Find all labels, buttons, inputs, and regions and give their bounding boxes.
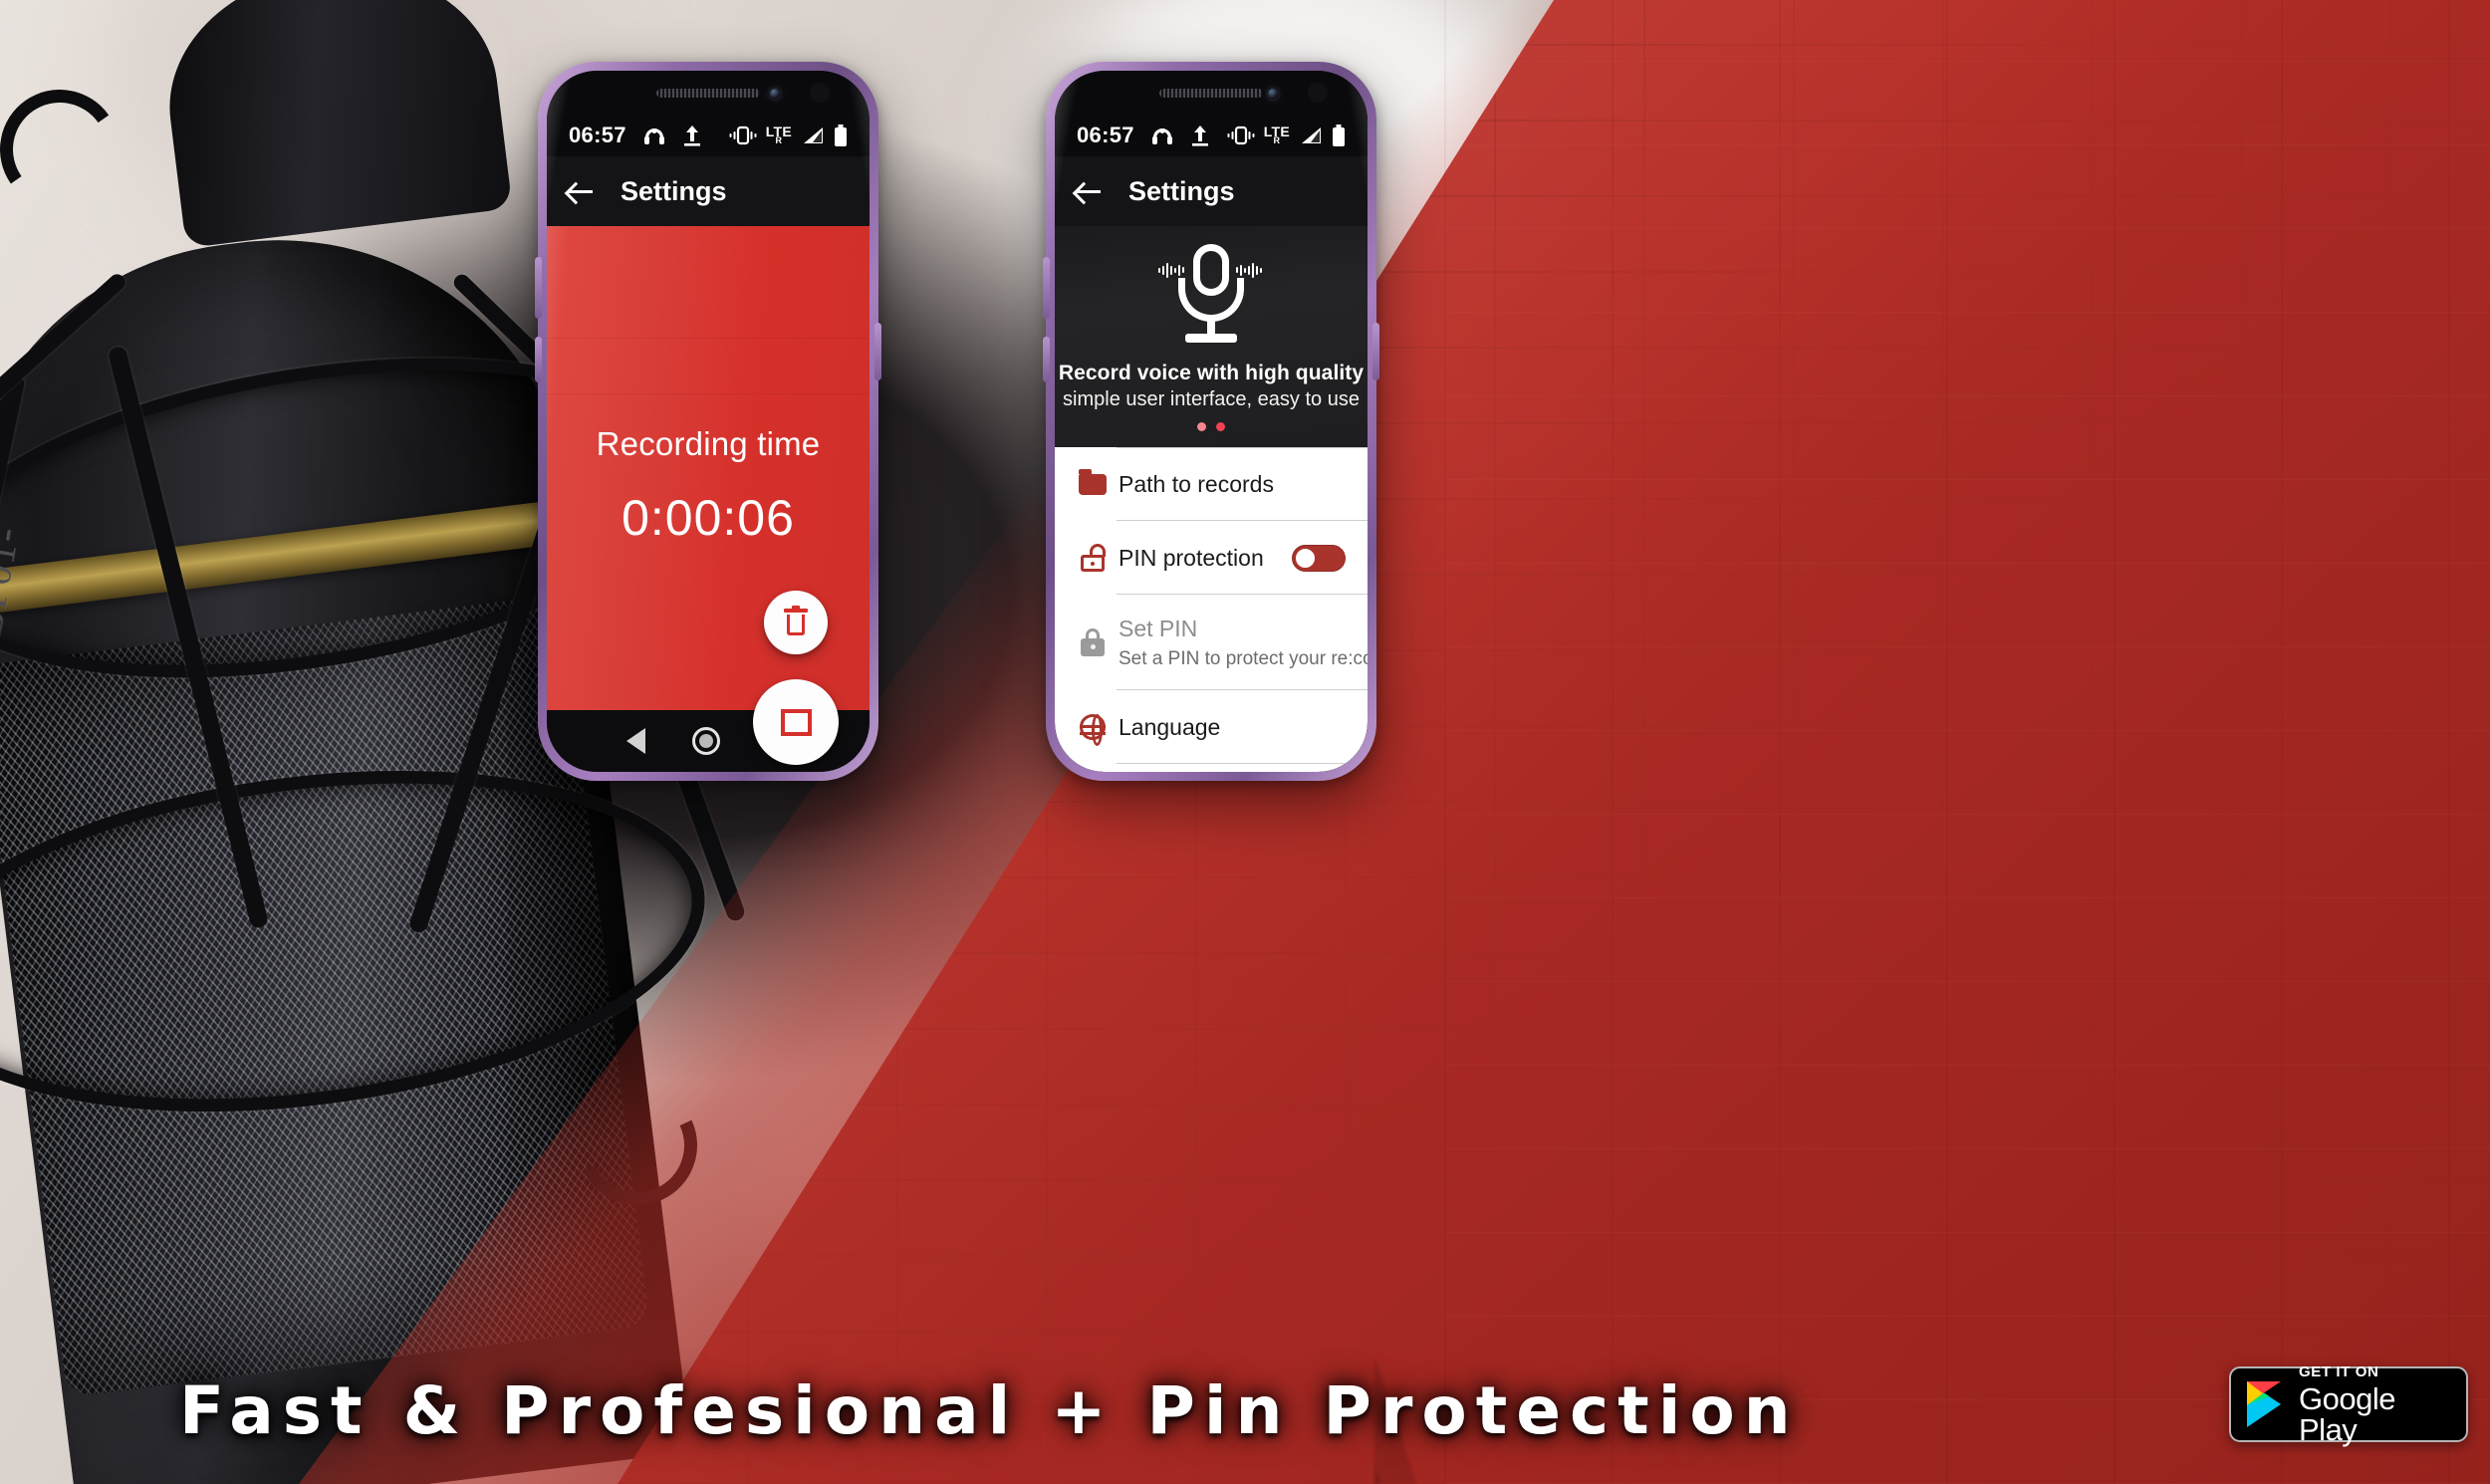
back-arrow-icon[interactable] bbox=[1073, 176, 1103, 206]
google-play-triangle-icon bbox=[2247, 1381, 2287, 1427]
row-divider bbox=[1117, 447, 1368, 448]
phone-top-sensors bbox=[547, 71, 870, 115]
phone-power-button[interactable] bbox=[1372, 323, 1379, 380]
google-play-badge[interactable]: GET IT ON Google Play bbox=[2229, 1364, 2468, 1445]
page-dot[interactable] bbox=[1197, 422, 1206, 431]
iris-scanner-icon bbox=[810, 83, 830, 103]
phone-power-button[interactable] bbox=[874, 323, 881, 380]
status-bar-left: 06:57 bbox=[1077, 123, 1210, 148]
lte-icon: LTE R bbox=[765, 123, 792, 145]
microphone-icon bbox=[1156, 242, 1266, 350]
front-camera-icon bbox=[1262, 83, 1284, 105]
vibrate-icon bbox=[729, 125, 757, 145]
status-bar-clock: 06:57 bbox=[569, 123, 626, 147]
recording-time-label: Recording time bbox=[596, 425, 821, 462]
status-bar-right: LTE R bbox=[1227, 124, 1346, 147]
vibrate-icon bbox=[1227, 125, 1255, 145]
stop-square-icon bbox=[780, 708, 812, 736]
mic-top-cap bbox=[154, 0, 513, 249]
shock-mount-hook bbox=[0, 80, 129, 219]
promo-graphic: BP01- 06:57 LTE R Settings Recording tim… bbox=[0, 0, 2490, 1484]
lock-closed-icon bbox=[1073, 628, 1113, 656]
row-text: Path to records bbox=[1113, 471, 1346, 498]
settings-row-path-to-records[interactable]: Path to records bbox=[1055, 447, 1368, 521]
phone2-app-bar: Settings bbox=[1055, 156, 1368, 226]
row-subtitle: Set a PIN to protect your re:cor rds bbox=[1119, 647, 1368, 669]
lte-icon: LTE R bbox=[1263, 123, 1290, 145]
battery-icon bbox=[834, 124, 848, 146]
row-title: Path to records bbox=[1119, 470, 1274, 497]
status-bar-clock: 06:57 bbox=[1077, 123, 1134, 147]
signal-icon bbox=[801, 125, 825, 145]
folder-icon bbox=[1073, 468, 1113, 495]
hero-title: Record voice with high quality bbox=[1058, 362, 1365, 384]
sound-wave-right-icon bbox=[1236, 261, 1264, 279]
phone1-app-bar: Settings bbox=[547, 156, 870, 226]
status-bar-right: LTE R bbox=[729, 124, 848, 147]
settings-row-set-pin: Set PIN Set a PIN to protect your re:cor… bbox=[1055, 595, 1368, 690]
promo-headline: Fast & Profesional + Pin Protection bbox=[179, 1372, 1800, 1449]
headset-icon bbox=[642, 125, 666, 145]
iris-scanner-icon bbox=[1308, 83, 1328, 103]
phone-screen-frame: 06:57 LTE R bbox=[547, 71, 870, 772]
row-title: Set PIN bbox=[1119, 615, 1198, 641]
phone1-status-bar: 06:57 LTE R bbox=[547, 115, 870, 156]
phone2-screen: 06:57 LTE R Settings Record voice with h… bbox=[1055, 71, 1368, 772]
phone-mockup-recording: 06:57 LTE R Settings Recording time 0:00… bbox=[535, 62, 881, 781]
badge-big-label: Google Play bbox=[2299, 1380, 2395, 1447]
nav-home-icon[interactable] bbox=[692, 727, 721, 755]
headset-icon bbox=[1150, 125, 1174, 145]
recording-divider-line bbox=[547, 393, 870, 394]
battery-icon bbox=[1332, 124, 1346, 146]
page-title: Settings bbox=[1128, 175, 1235, 206]
phone-bixby-button[interactable] bbox=[535, 337, 542, 382]
nav-back-icon[interactable] bbox=[625, 728, 645, 754]
row-title: Language bbox=[1119, 713, 1221, 740]
recording-info: Recording time 0:00:06 bbox=[547, 425, 870, 547]
recording-screen-body: Recording time 0:00:06 bbox=[547, 226, 870, 765]
front-camera-icon bbox=[764, 83, 786, 105]
phone-volume-button[interactable] bbox=[1043, 257, 1050, 319]
promo-banner: Fast & Profesional + Pin Protection GET … bbox=[0, 1315, 2490, 1484]
earpiece-speaker bbox=[656, 89, 760, 98]
trash-icon bbox=[784, 606, 808, 636]
row-text: Set PIN Set a PIN to protect your re:cor… bbox=[1113, 616, 1368, 670]
phone-top-sensors bbox=[1055, 71, 1368, 115]
hero-page-indicator bbox=[1197, 422, 1225, 431]
settings-list: Path to records PIN protection Set PIN S… bbox=[1055, 447, 1368, 772]
row-text: PIN protection bbox=[1113, 545, 1292, 572]
upload-icon bbox=[1190, 124, 1210, 146]
app-hero-banner: Record voice with high quality simple us… bbox=[1055, 226, 1368, 447]
page-dot-active[interactable] bbox=[1216, 422, 1225, 431]
badge-small-label: GET IT ON bbox=[2299, 1362, 2379, 1380]
google-play-labels: GET IT ON Google Play bbox=[2299, 1364, 2450, 1445]
pin-protection-toggle[interactable] bbox=[1292, 544, 1346, 572]
recording-divider-line bbox=[547, 338, 870, 339]
back-arrow-icon[interactable] bbox=[565, 176, 595, 206]
delete-recording-button[interactable] bbox=[764, 591, 828, 654]
settings-row-additional-settings[interactable]: Additional settings bbox=[1055, 764, 1368, 772]
lock-open-icon bbox=[1073, 544, 1113, 572]
hero-subtitle: simple user interface, easy to use bbox=[1063, 388, 1360, 410]
page-title: Settings bbox=[621, 175, 727, 206]
phone-mockup-settings: 06:57 LTE R Settings Record voice with h… bbox=[1043, 62, 1379, 781]
phone1-screen: 06:57 LTE R Settings Recording time 0:00… bbox=[547, 71, 870, 772]
settings-row-pin-protection[interactable]: PIN protection bbox=[1055, 521, 1368, 595]
phone-volume-button[interactable] bbox=[535, 257, 542, 319]
earpiece-speaker bbox=[1159, 89, 1263, 98]
globe-icon bbox=[1073, 714, 1113, 746]
status-bar-left: 06:57 bbox=[569, 123, 702, 148]
sound-wave-left-icon bbox=[1158, 261, 1186, 279]
phone-screen-frame: 06:57 LTE R bbox=[1055, 71, 1368, 772]
upload-icon bbox=[682, 124, 702, 146]
phone-bixby-button[interactable] bbox=[1043, 337, 1050, 382]
phone2-status-bar: 06:57 LTE R bbox=[1055, 115, 1368, 156]
recording-time-value: 0:00:06 bbox=[622, 490, 795, 546]
stop-recording-button[interactable] bbox=[753, 679, 839, 765]
row-text: Language bbox=[1113, 714, 1346, 741]
settings-row-language[interactable]: Language bbox=[1055, 690, 1368, 764]
row-title: PIN protection bbox=[1119, 544, 1264, 571]
signal-icon bbox=[1299, 125, 1323, 145]
